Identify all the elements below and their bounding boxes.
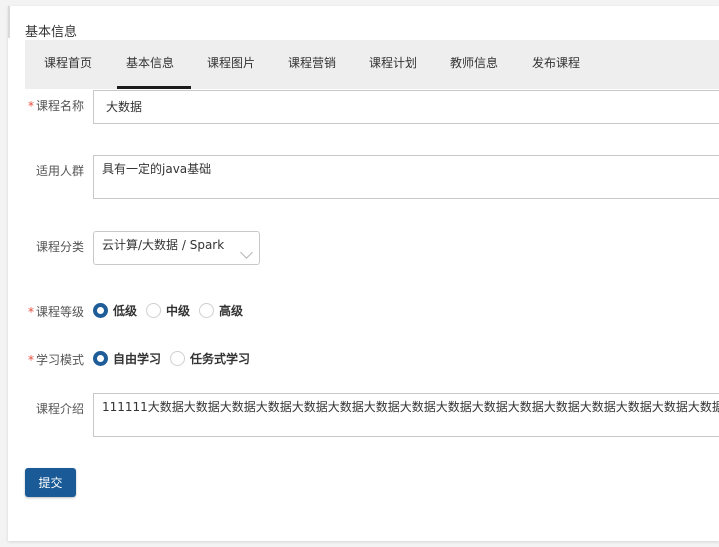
tab-bar: 课程首页 基本信息 课程图片 课程营销 课程计划 教师信息 发布课程 [25, 40, 719, 89]
category-cascader[interactable]: 云计算/大数据 / Spark [93, 231, 260, 265]
tab-course-plan[interactable]: 课程计划 [367, 40, 419, 89]
radio-unchecked-icon [170, 351, 186, 366]
tab-publish-course[interactable]: 发布课程 [530, 40, 582, 89]
basic-info-panel: 基本信息 课程首页 基本信息 课程图片 课程营销 课程计划 教师信息 发布课程 … [8, 6, 719, 541]
audience-label: 适用人群 [35, 164, 84, 178]
category-value: 云计算/大数据 / Spark [102, 238, 225, 252]
intro-textarea[interactable]: 111111大数据大数据大数据大数据大数据大数据大数据大数据大数据大数据大数据大… [93, 393, 719, 437]
audience-textarea[interactable]: 具有一定的java基础 [93, 155, 719, 199]
course-name-label: * 课程名称 [27, 99, 84, 113]
level-option-mid[interactable]: 中级 [146, 302, 190, 319]
tab-course-home[interactable]: 课程首页 [42, 40, 94, 89]
mode-option-free[interactable]: 自由学习 [93, 350, 161, 367]
level-radio-group: 低级 中级 高级 [93, 302, 252, 319]
panel-accent-line [8, 6, 10, 38]
category-label: 课程分类 [35, 240, 84, 254]
required-mark: * [27, 353, 34, 367]
intro-label: 课程介绍 [35, 402, 84, 416]
level-label: * 课程等级 [27, 305, 84, 319]
panel-title: 基本信息 [25, 25, 78, 40]
radio-checked-icon [93, 303, 108, 318]
tab-basic-info[interactable]: 基本信息 [116, 40, 192, 89]
tab-course-marketing[interactable]: 课程营销 [286, 40, 338, 89]
radio-checked-icon [93, 351, 108, 366]
required-mark: * [27, 305, 34, 319]
mode-option-task[interactable]: 任务式学习 [170, 350, 250, 367]
chevron-down-icon [240, 246, 253, 259]
level-option-low[interactable]: 低级 [93, 302, 137, 319]
submit-button[interactable]: 提交 [25, 468, 76, 497]
course-name-input[interactable]: 大数据 [93, 90, 719, 124]
radio-unchecked-icon [146, 303, 162, 318]
tab-teacher-info[interactable]: 教师信息 [448, 40, 500, 89]
radio-unchecked-icon [199, 303, 215, 318]
tab-course-images[interactable]: 课程图片 [205, 40, 257, 89]
mode-label: * 学习模式 [27, 353, 84, 367]
mode-radio-group: 自由学习 任务式学习 [93, 350, 259, 367]
level-option-high[interactable]: 高级 [199, 302, 243, 319]
required-mark: * [27, 99, 34, 113]
